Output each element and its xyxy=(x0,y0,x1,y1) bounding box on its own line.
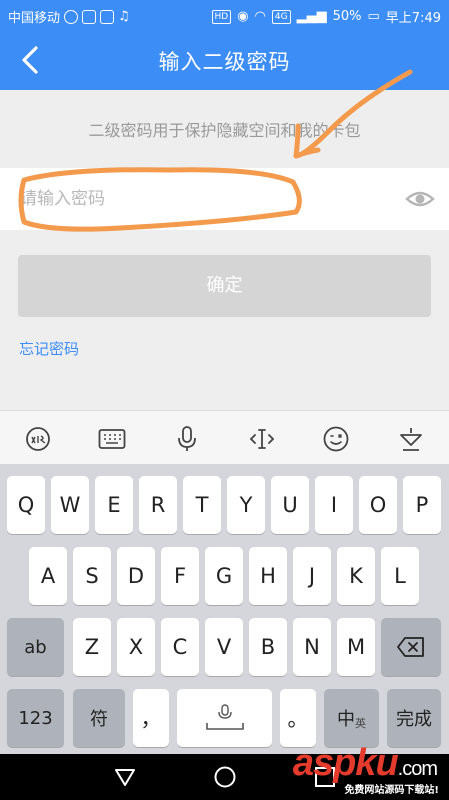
key-w[interactable]: W xyxy=(51,476,89,534)
emoji-button[interactable] xyxy=(321,424,351,454)
done-key[interactable]: 完成 xyxy=(387,689,441,747)
symbol-key[interactable]: 符 xyxy=(73,689,125,747)
key-s[interactable]: S xyxy=(73,547,111,605)
key-v[interactable]: V xyxy=(205,618,243,676)
shift-key[interactable]: ab xyxy=(7,618,64,676)
signal-icon: ▂▄▆ xyxy=(296,9,327,24)
collapse-keyboard-button[interactable] xyxy=(396,424,426,454)
cursor-button[interactable] xyxy=(247,424,277,454)
map-notification-icon xyxy=(100,9,115,24)
carrier-label: 中国移动 xyxy=(8,11,61,26)
space-mic-icon xyxy=(205,704,244,730)
key-i[interactable]: I xyxy=(315,476,353,534)
key-z[interactable]: Z xyxy=(73,618,111,676)
battery-level: 50% xyxy=(332,9,362,24)
input-method-button[interactable] xyxy=(23,424,53,454)
wifi-icon: ◠ xyxy=(254,9,266,24)
nav-home-button[interactable] xyxy=(212,764,238,790)
key-e[interactable]: E xyxy=(95,476,133,534)
soft-keyboard: Q W E R T Y U I O P A S D F G H J K L ab… xyxy=(0,464,449,754)
key-h[interactable]: H xyxy=(249,547,287,605)
keyboard-toolbar xyxy=(0,410,449,464)
comma-key[interactable]: ， xyxy=(133,689,169,747)
circle-home-icon xyxy=(214,766,236,788)
key-r[interactable]: R xyxy=(139,476,177,534)
wechat-icon xyxy=(64,9,79,24)
key-b[interactable]: B xyxy=(249,618,287,676)
app-header: 输入二级密码 xyxy=(0,30,449,90)
space-key[interactable] xyxy=(177,689,272,747)
key-p[interactable]: P xyxy=(403,476,441,534)
network-badge: 4G xyxy=(271,9,291,24)
key-n[interactable]: N xyxy=(293,618,331,676)
key-c[interactable]: C xyxy=(161,618,199,676)
keyboard-icon xyxy=(98,429,126,449)
key-x[interactable]: X xyxy=(117,618,155,676)
key-d[interactable]: D xyxy=(117,547,155,605)
hd-badge: HD xyxy=(211,9,232,24)
input-method-icon xyxy=(26,427,50,451)
key-l[interactable]: L xyxy=(381,547,419,605)
password-input[interactable] xyxy=(20,182,380,216)
page-title: 输入二级密码 xyxy=(158,50,291,74)
key-f[interactable]: F xyxy=(161,547,199,605)
emoji-icon xyxy=(323,426,349,452)
password-row xyxy=(0,168,449,230)
music-icon: ♫ xyxy=(118,9,130,24)
forgot-password-link[interactable]: 忘记密码 xyxy=(19,338,79,359)
key-m[interactable]: M xyxy=(337,618,375,676)
watermark: aspku.com 免费网站源码下载站! xyxy=(273,742,443,798)
watermark-logo: aspku.com xyxy=(292,742,438,785)
number-key[interactable]: 123 xyxy=(7,689,64,747)
eye-icon xyxy=(405,191,435,207)
clock: 早上7:49 xyxy=(385,11,441,26)
voice-input-button[interactable] xyxy=(172,424,202,454)
backspace-key[interactable] xyxy=(381,618,441,676)
eye-comfort-icon: ◉ xyxy=(237,9,249,24)
language-label: 中 xyxy=(337,709,355,730)
status-left: 中国移动 ♫ xyxy=(8,7,130,26)
language-sub-label: 英 xyxy=(355,717,366,730)
nav-back-button[interactable] xyxy=(112,764,138,790)
watermark-tagline: 免费网站源码下载站! xyxy=(344,785,439,796)
watermark-domain: .com xyxy=(397,758,438,780)
watermark-logo-text: aspku xyxy=(292,742,399,784)
key-u[interactable]: U xyxy=(271,476,309,534)
battery-icon: ▭ xyxy=(367,9,380,24)
password-hint: 二级密码用于保护隐藏空间和我的卡包 xyxy=(88,121,361,140)
backspace-icon xyxy=(397,637,424,657)
app-notification-icon xyxy=(82,9,97,24)
cursor-icon xyxy=(249,429,275,449)
triangle-back-icon xyxy=(115,769,135,786)
key-a[interactable]: A xyxy=(29,547,67,605)
key-q[interactable]: Q xyxy=(7,476,45,534)
confirm-button[interactable]: 确定 xyxy=(18,255,431,317)
key-j[interactable]: J xyxy=(293,547,331,605)
key-g[interactable]: G xyxy=(205,547,243,605)
collapse-keyboard-icon xyxy=(400,428,422,451)
toggle-visibility-button[interactable] xyxy=(405,185,435,213)
microphone-icon xyxy=(178,426,196,451)
key-y[interactable]: Y xyxy=(227,476,265,534)
key-t[interactable]: T xyxy=(183,476,221,534)
status-right: HD ◉ ◠ 4G ▂▄▆ 50% ▭ 早上7:49 xyxy=(211,7,441,26)
keyboard-switch-button[interactable] xyxy=(97,424,127,454)
period-key[interactable]: 。 xyxy=(280,689,316,747)
key-k[interactable]: K xyxy=(337,547,375,605)
key-o[interactable]: O xyxy=(359,476,397,534)
status-bar: 中国移动 ♫ HD ◉ ◠ 4G ▂▄▆ 50% ▭ 早上7:49 xyxy=(0,0,449,30)
language-key[interactable]: 中英 xyxy=(324,689,379,747)
